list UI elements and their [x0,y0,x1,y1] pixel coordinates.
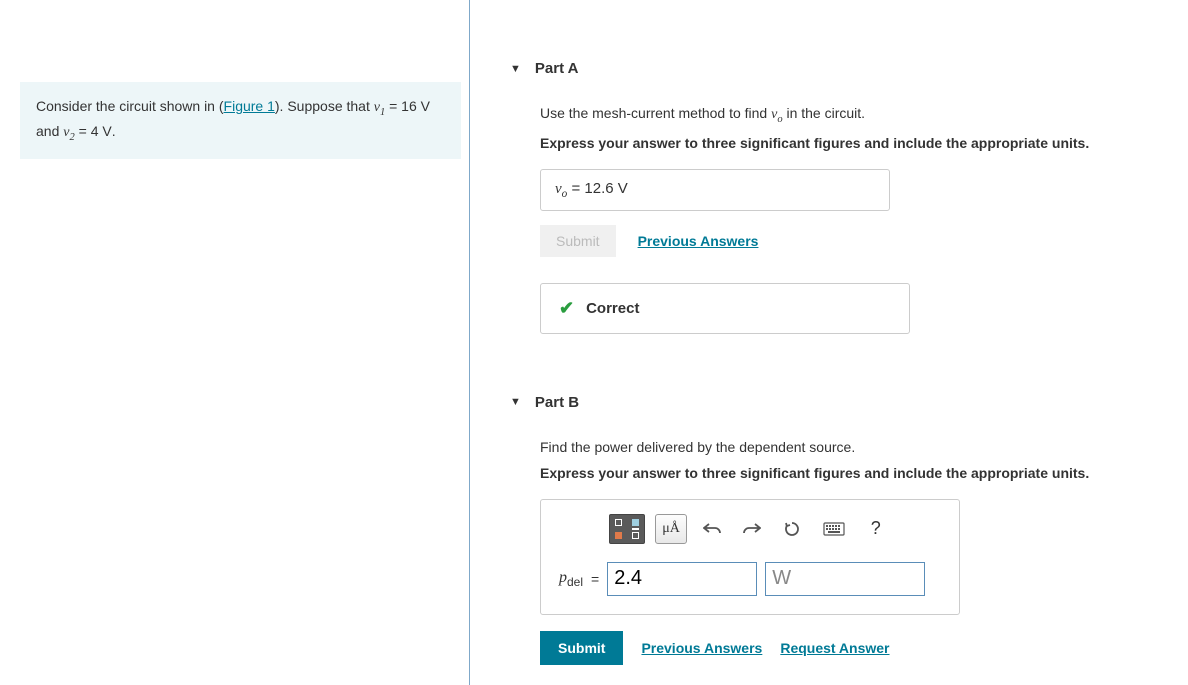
part-a-previous-answers-link[interactable]: Previous Answers [638,233,759,249]
part-b: ▼ Part B Find the power delivered by the… [510,384,1188,665]
undo-icon[interactable] [697,514,727,544]
keyboard-icon[interactable] [817,514,851,544]
part-b-title: Part B [535,394,579,411]
problem-statement: Consider the circuit shown in (Figure 1)… [20,82,461,159]
part-a-submit-button: Submit [540,225,616,257]
templates-button[interactable] [609,514,645,544]
left-panel: Consider the circuit shown in (Figure 1)… [0,0,470,685]
part-b-submit-button[interactable]: Submit [540,631,623,665]
answer-toolbar: μÅ ? [559,514,941,544]
reset-icon[interactable] [777,514,807,544]
request-answer-link[interactable]: Request Answer [780,640,889,656]
part-a-feedback: ✔ Correct [540,283,910,334]
part-a-answer-display: vo = 12.6 V [540,169,890,211]
correct-label: Correct [586,300,639,317]
units-button[interactable]: μÅ [655,514,687,544]
unit-input[interactable] [765,562,925,596]
part-a-header[interactable]: ▼ Part A [510,50,1188,87]
part-a-prompt: Use the mesh-current method to find vo i… [540,105,1188,125]
part-b-instruction: Express your answer to three significant… [540,465,1188,481]
part-a: ▼ Part A Use the mesh-current method to … [510,50,1188,334]
value-input[interactable] [607,562,757,596]
redo-icon[interactable] [737,514,767,544]
part-b-input-card: μÅ ? [540,499,960,615]
part-a-instruction: Express your answer to three significant… [540,135,1188,151]
part-b-previous-answers-link[interactable]: Previous Answers [641,640,762,656]
check-icon: ✔ [559,298,574,319]
figure-link[interactable]: Figure 1 [224,98,275,114]
part-b-prompt: Find the power delivered by the dependen… [540,439,1188,455]
problem-text: Consider the circuit shown in ( [36,98,224,114]
pdel-label: pdel [559,569,583,589]
help-icon[interactable]: ? [861,514,891,544]
part-b-header[interactable]: ▼ Part B [510,384,1188,421]
right-panel: ▼ Part A Use the mesh-current method to … [470,0,1188,685]
caret-down-icon: ▼ [510,63,521,75]
part-a-title: Part A [535,60,579,77]
caret-down-icon: ▼ [510,396,521,408]
